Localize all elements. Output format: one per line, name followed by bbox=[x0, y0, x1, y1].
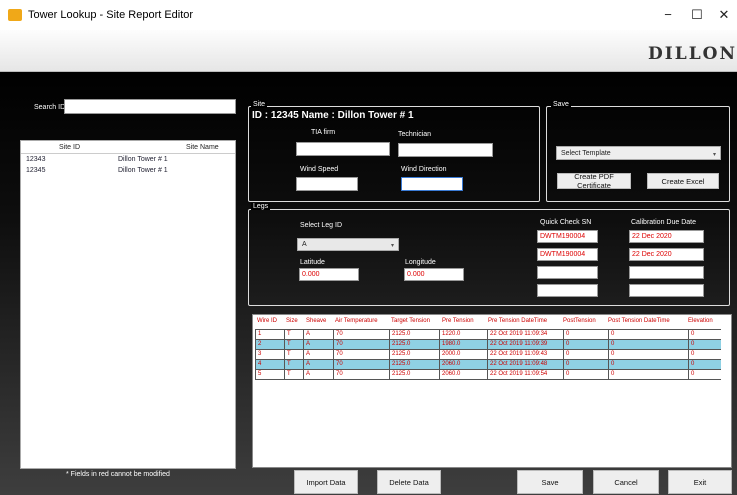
calibration-field bbox=[629, 284, 704, 297]
wind-direction-field[interactable] bbox=[401, 177, 463, 191]
search-input[interactable] bbox=[64, 99, 236, 114]
calibration-field: 22 Dec 2020 bbox=[629, 230, 704, 243]
list-item[interactable]: 12343 Dillon Tower # 1 bbox=[21, 155, 235, 165]
latitude-field: 0.000 bbox=[299, 268, 359, 281]
calibration-label: Calibration Due Date bbox=[631, 219, 696, 226]
site-id-header[interactable]: Site ID bbox=[59, 144, 80, 151]
minimize-button[interactable]: − bbox=[657, 5, 679, 25]
app-icon bbox=[8, 9, 22, 21]
quick-check-field bbox=[537, 266, 598, 279]
import-data-button[interactable]: Import Data bbox=[294, 470, 358, 494]
save-group-title: Save bbox=[551, 101, 571, 108]
dillon-logo: DILLON bbox=[648, 44, 737, 64]
create-excel-button[interactable]: Create Excel bbox=[647, 173, 719, 189]
leg-id-select[interactable]: A ▾ bbox=[297, 238, 399, 251]
technician-field[interactable] bbox=[398, 143, 493, 157]
template-select-value: Select Template bbox=[561, 150, 611, 157]
col-header-elevation[interactable]: Elevation bbox=[688, 318, 713, 324]
col-header-target-tension[interactable]: Target Tension bbox=[391, 318, 430, 324]
chevron-down-icon: ▾ bbox=[390, 243, 394, 249]
wind-speed-field[interactable] bbox=[296, 177, 358, 191]
col-header-post-tension-datetime[interactable]: Post Tension DateTime bbox=[608, 318, 670, 324]
site-list[interactable]: Site ID Site Name 12343 Dillon Tower # 1… bbox=[20, 140, 236, 469]
window-title: Tower Lookup - Site Report Editor bbox=[28, 9, 194, 21]
chevron-down-icon: ▾ bbox=[712, 152, 716, 158]
tia-firm-label: TIA firm bbox=[311, 129, 336, 136]
col-header-pre-tension-datetime[interactable]: Pre Tension DateTime bbox=[488, 318, 547, 324]
site-name-cell: Dillon Tower # 1 bbox=[118, 167, 168, 174]
col-header-size[interactable]: Size bbox=[286, 318, 298, 324]
latitude-label: Latitude bbox=[300, 259, 325, 266]
site-name-cell: Dillon Tower # 1 bbox=[118, 156, 168, 163]
leg-id-value: A bbox=[302, 241, 307, 248]
exit-button[interactable]: Exit bbox=[668, 470, 732, 494]
search-label: Search ID bbox=[34, 104, 66, 111]
table-row[interactable]: 2 T A 70 2125.0 1980.0 22 Oct 2019 11:09:39 0 0 0 bbox=[255, 339, 721, 350]
close-button[interactable]: ✕ bbox=[713, 5, 735, 25]
wind-direction-label: Wind Direction bbox=[401, 166, 447, 173]
site-name-header[interactable]: Site Name bbox=[186, 144, 219, 151]
select-leg-label: Select Leg ID bbox=[300, 222, 343, 229]
calibration-field bbox=[629, 266, 704, 279]
longitude-field: 0.000 bbox=[404, 268, 464, 281]
quick-check-field: DWTM190004 bbox=[537, 230, 598, 243]
calibration-field: 22 Dec 2020 bbox=[629, 248, 704, 261]
cancel-button[interactable]: Cancel bbox=[593, 470, 659, 494]
site-id-cell: 12345 bbox=[26, 167, 46, 174]
list-item[interactable]: 12345 Dillon Tower # 1 bbox=[21, 166, 235, 176]
list-header-divider bbox=[21, 153, 235, 154]
tia-firm-field[interactable] bbox=[296, 142, 390, 156]
site-group-title: Site bbox=[251, 101, 268, 108]
wire-table[interactable]: Wire ID Size Sheave Air Temperature Targ… bbox=[252, 314, 732, 468]
logo-band bbox=[0, 30, 737, 72]
site-id-cell: 12343 bbox=[26, 156, 46, 163]
table-row[interactable]: 1 T A 70 2125.0 1220.0 22 Oct 2019 11:09:34 0 0 0 bbox=[255, 329, 721, 340]
col-header-air-temp[interactable]: Air Temperature bbox=[335, 318, 378, 324]
col-header-post-tension[interactable]: PostTension bbox=[563, 318, 596, 324]
create-pdf-button[interactable]: Create PDF Certificate bbox=[557, 172, 631, 190]
legs-group-title: Legs bbox=[251, 203, 271, 210]
longitude-label: Longitude bbox=[405, 259, 436, 266]
technician-label: Technician bbox=[398, 131, 432, 138]
col-header-wire-id[interactable]: Wire ID bbox=[257, 318, 277, 324]
quick-check-label: Quick Check SN bbox=[540, 219, 592, 226]
table-row[interactable]: 5 T A 70 2125.0 2060.0 22 Oct 2019 11:09:54 0 0 0 bbox=[255, 369, 721, 380]
wind-speed-label: Wind Speed bbox=[300, 166, 339, 173]
table-bottom-border bbox=[255, 379, 721, 380]
col-header-sheave[interactable]: Sheave bbox=[306, 318, 326, 324]
col-header-pre-tension[interactable]: Pre Tension bbox=[442, 318, 474, 324]
template-select[interactable]: Select Template ▾ bbox=[556, 146, 721, 160]
quick-check-field bbox=[537, 284, 598, 297]
footnote: * Fields in red cannot be modified bbox=[66, 471, 170, 478]
table-row[interactable]: 3 T A 70 2125.0 2000.0 22 Oct 2019 11:09:43 0 0 0 bbox=[255, 349, 721, 360]
site-heading: ID : 12345 Name : Dillon Tower # 1 bbox=[252, 110, 414, 121]
delete-data-button[interactable]: Delete Data bbox=[377, 470, 441, 494]
quick-check-field: DWTM190004 bbox=[537, 248, 598, 261]
maximize-button[interactable]: ☐ bbox=[686, 5, 708, 25]
table-row[interactable]: 4 T A 70 2125.0 2060.0 22 Oct 2019 11:09:48 0 0 0 bbox=[255, 359, 721, 370]
save-button[interactable]: Save bbox=[517, 470, 583, 494]
